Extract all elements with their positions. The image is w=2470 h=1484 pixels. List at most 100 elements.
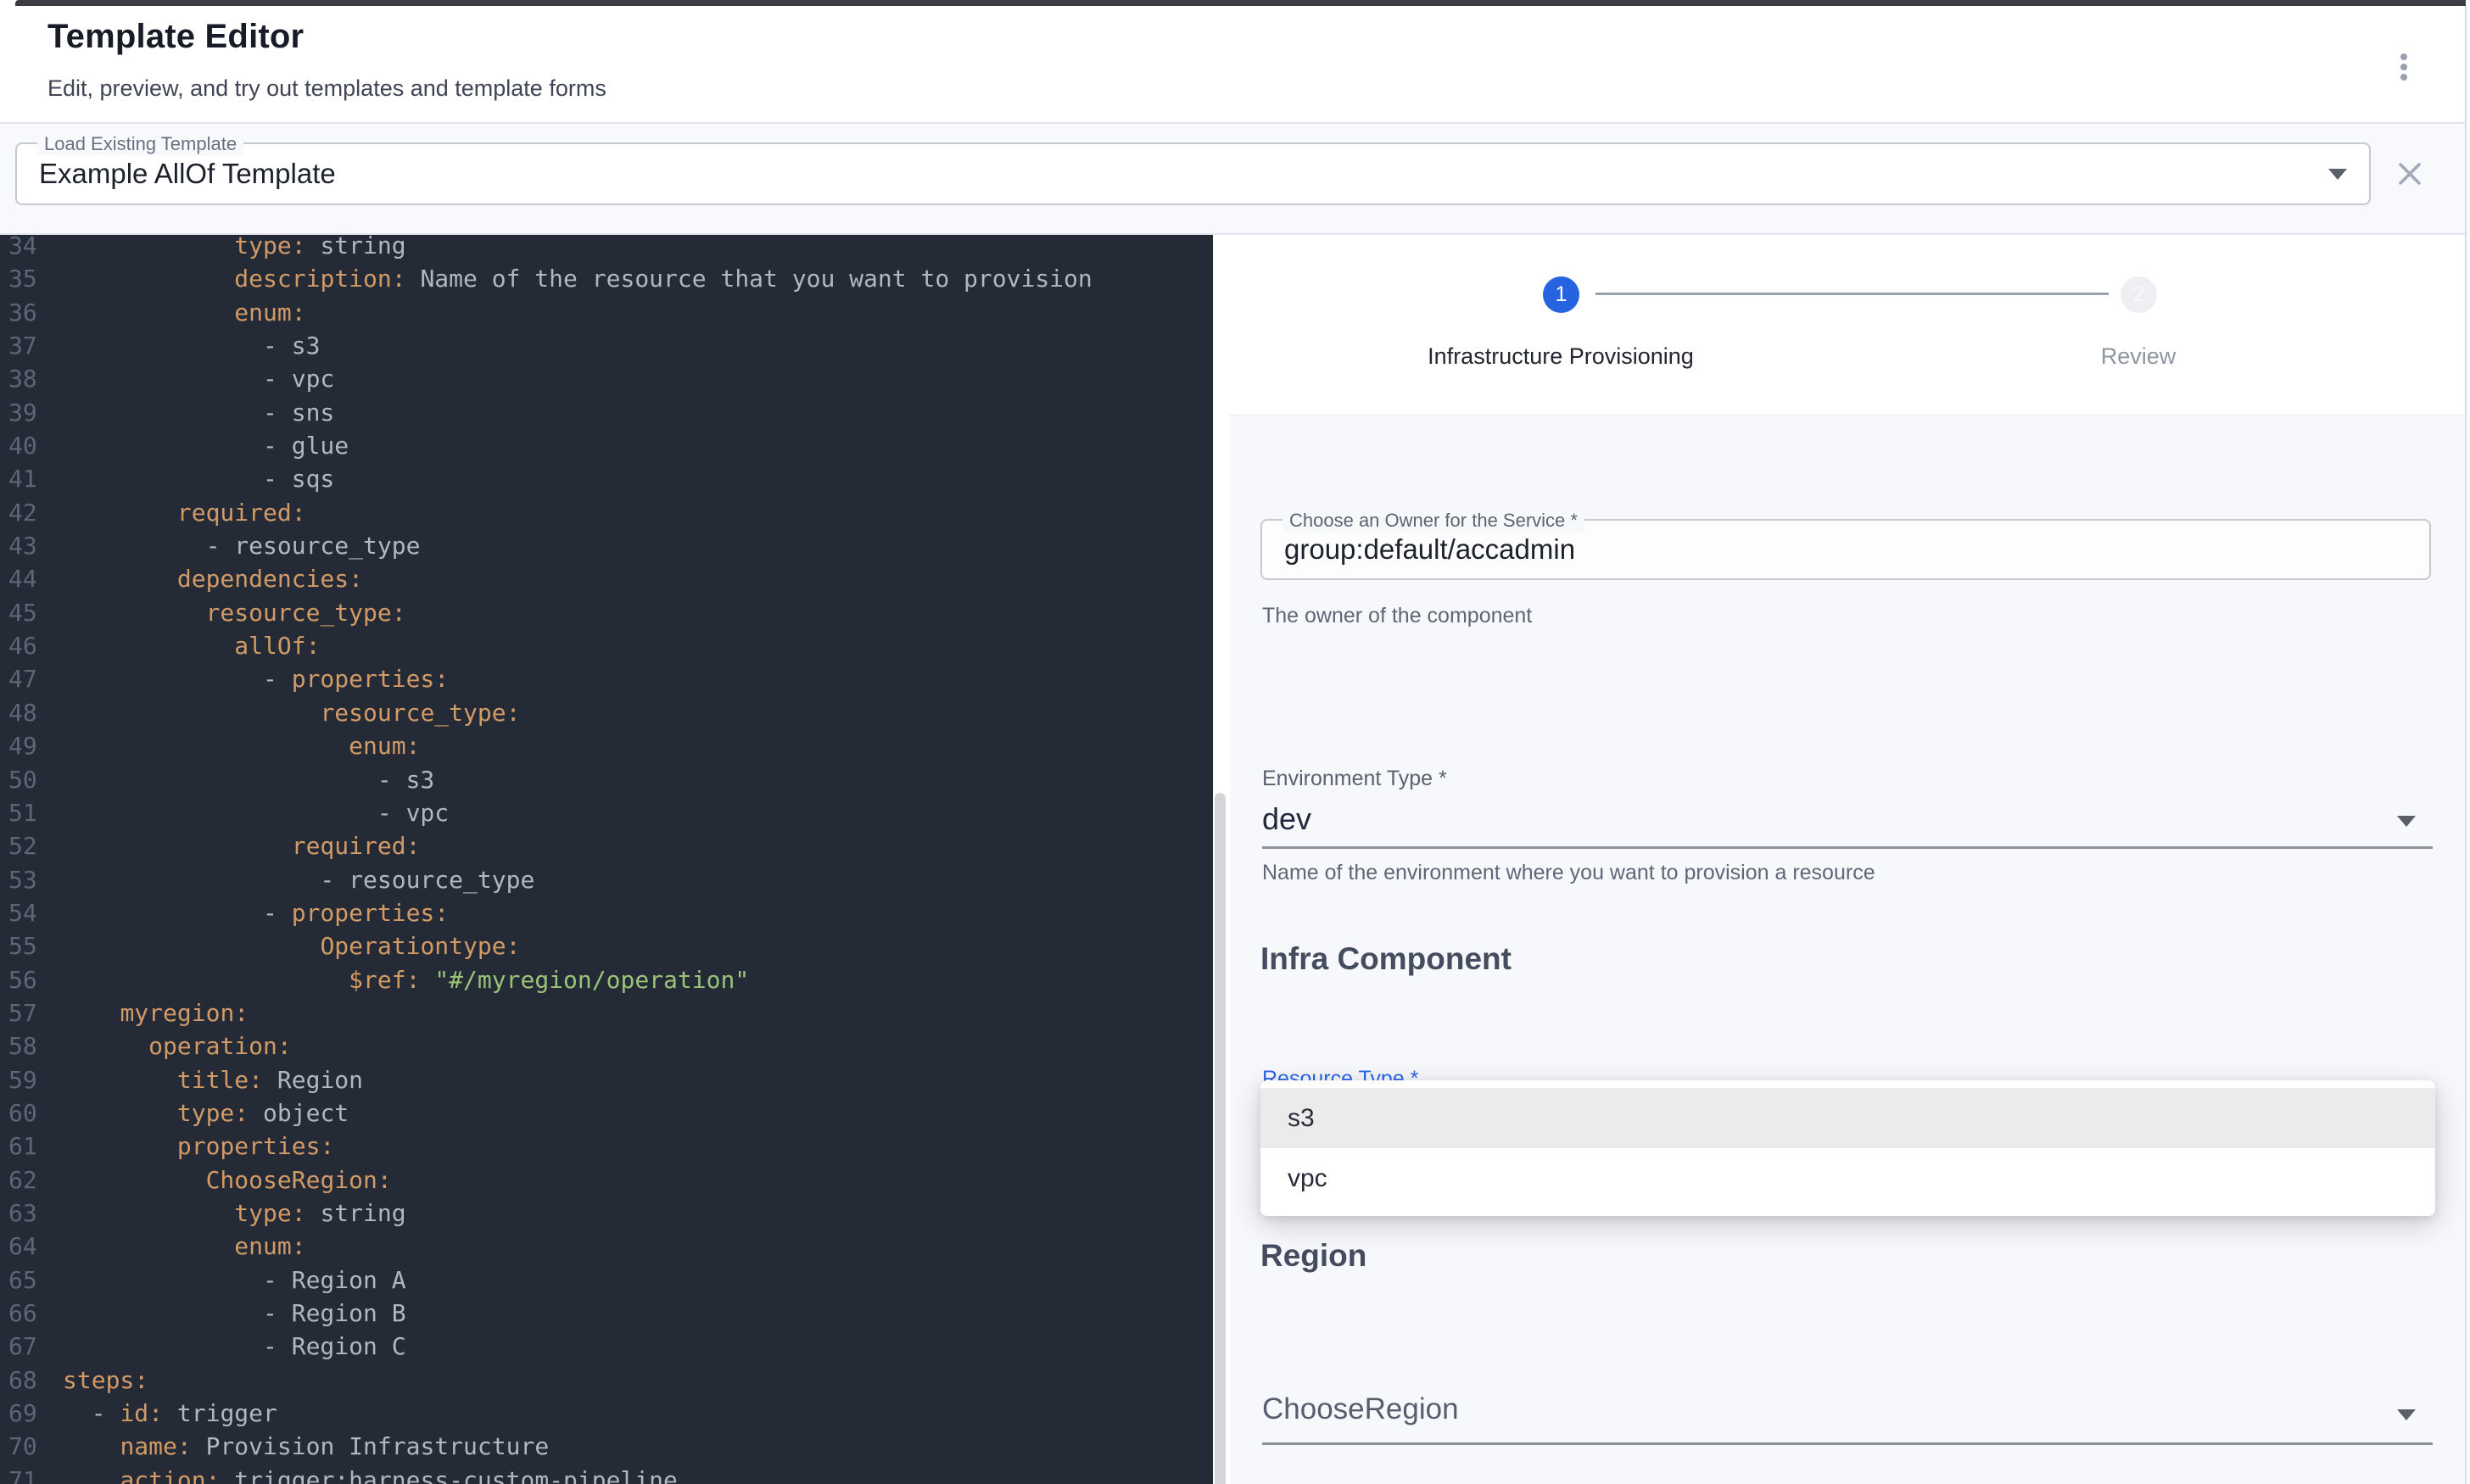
line-number: 51 xyxy=(0,796,63,829)
more-options-kebab-icon[interactable] xyxy=(2387,47,2421,87)
resource-type-dropdown-menu: s3vpc xyxy=(1260,1080,2435,1216)
step-connector xyxy=(1595,293,2109,295)
line-number: 50 xyxy=(0,763,63,796)
environment-helper-text: Name of the environment where you want t… xyxy=(1262,861,1875,885)
code-line: 62 ChooseRegion: xyxy=(0,1163,1213,1197)
code-line: 60 type: object xyxy=(0,1096,1213,1130)
code-line: 44 dependencies: xyxy=(0,562,1213,595)
line-number: 64 xyxy=(0,1230,63,1263)
code-line: 61 properties: xyxy=(0,1130,1213,1163)
code-line: 69 - id: trigger xyxy=(0,1397,1213,1430)
line-number: 40 xyxy=(0,429,63,462)
editor-scrollbar-thumb[interactable] xyxy=(1215,793,1226,1484)
load-template-value: Example AllOf Template xyxy=(39,144,336,204)
line-number: 62 xyxy=(0,1163,63,1197)
code-line: 65 - Region A xyxy=(0,1264,1213,1297)
line-number: 47 xyxy=(0,662,63,695)
form-preview-panel: 1 2 Infrastructure Provisioning Review C… xyxy=(1230,235,2465,1484)
code-line: 48 resource_type: xyxy=(0,696,1213,729)
line-number: 37 xyxy=(0,329,63,362)
line-number: 34 xyxy=(0,235,63,262)
yaml-code-editor[interactable]: 34 type: string35 description: Name of t… xyxy=(0,235,1213,1484)
code-line: 35 description: Name of the resource tha… xyxy=(0,262,1213,295)
choose-region-underline xyxy=(1262,1442,2433,1445)
code-line: 41 - sqs xyxy=(0,462,1213,495)
code-line: 52 required: xyxy=(0,829,1213,862)
line-number: 55 xyxy=(0,929,63,962)
line-number: 63 xyxy=(0,1197,63,1230)
code-line: 63 type: string xyxy=(0,1197,1213,1230)
line-number: 35 xyxy=(0,262,63,295)
line-number: 59 xyxy=(0,1063,63,1096)
code-line: 50 - s3 xyxy=(0,763,1213,796)
code-line: 59 title: Region xyxy=(0,1063,1213,1096)
line-number: 70 xyxy=(0,1430,63,1463)
line-number: 61 xyxy=(0,1130,63,1163)
infra-component-heading: Infra Component xyxy=(1260,941,1512,977)
line-number: 65 xyxy=(0,1264,63,1297)
code-line: 40 - glue xyxy=(0,429,1213,462)
line-number: 41 xyxy=(0,462,63,495)
code-line: 54 - properties: xyxy=(0,896,1213,929)
code-line: 58 operation: xyxy=(0,1029,1213,1063)
code-line: 68steps: xyxy=(0,1364,1213,1397)
code-line: 51 - vpc xyxy=(0,796,1213,829)
code-line: 56 $ref: "#/myregion/operation" xyxy=(0,963,1213,996)
code-line: 38 - vpc xyxy=(0,362,1213,395)
line-number: 57 xyxy=(0,996,63,1029)
code-line: 71 action: trigger:harness-custom-pipeli… xyxy=(0,1464,1213,1484)
line-number: 38 xyxy=(0,362,63,395)
code-line: 37 - s3 xyxy=(0,329,1213,362)
line-number: 44 xyxy=(0,562,63,595)
code-line: 43 - resource_type xyxy=(0,529,1213,562)
template-editor-page: Template Editor Edit, preview, and try o… xyxy=(0,0,2470,1484)
code-line: 36 enum: xyxy=(0,296,1213,329)
line-number: 71 xyxy=(0,1464,63,1484)
line-number: 58 xyxy=(0,1029,63,1063)
owner-select[interactable]: Choose an Owner for the Service * group:… xyxy=(1260,519,2431,580)
code-line: 57 myregion: xyxy=(0,996,1213,1029)
line-number: 43 xyxy=(0,529,63,562)
line-number: 49 xyxy=(0,729,63,762)
code-line: 39 - sns xyxy=(0,396,1213,429)
line-number: 56 xyxy=(0,963,63,996)
chevron-down-icon xyxy=(2328,169,2347,180)
dropdown-option-s3[interactable]: s3 xyxy=(1260,1088,2435,1148)
code-line: 46 allOf: xyxy=(0,629,1213,662)
code-line: 64 enum: xyxy=(0,1230,1213,1263)
line-number: 66 xyxy=(0,1297,63,1330)
code-lines: 34 type: string35 description: Name of t… xyxy=(0,235,1213,1484)
line-number: 54 xyxy=(0,896,63,929)
line-number: 60 xyxy=(0,1096,63,1130)
step-2-indicator[interactable]: 2 xyxy=(2121,276,2157,313)
line-number: 53 xyxy=(0,863,63,896)
line-number: 46 xyxy=(0,629,63,662)
line-number: 42 xyxy=(0,496,63,529)
load-template-select[interactable]: Load Existing Template Example AllOf Tem… xyxy=(15,142,2371,205)
code-line: 34 type: string xyxy=(0,235,1213,262)
choose-region-select[interactable]: ChooseRegion xyxy=(1262,1392,1459,1426)
code-line: 49 enum: xyxy=(0,729,1213,762)
step-1-label: Infrastructure Provisioning xyxy=(1306,343,1815,370)
region-heading: Region xyxy=(1260,1238,1366,1274)
code-line: 55 Operationtype: xyxy=(0,929,1213,962)
step-1-indicator[interactable]: 1 xyxy=(1543,276,1579,313)
code-line: 42 required: xyxy=(0,496,1213,529)
line-number: 69 xyxy=(0,1397,63,1430)
chevron-down-icon xyxy=(2397,816,2416,827)
line-number: 48 xyxy=(0,696,63,729)
code-line: 67 - Region C xyxy=(0,1330,1213,1363)
line-number: 39 xyxy=(0,396,63,429)
page-title: Template Editor xyxy=(48,18,304,56)
stepper: 1 2 Infrastructure Provisioning Review xyxy=(1230,235,2465,416)
environment-label: Environment Type * xyxy=(1262,767,1447,791)
code-line: 47 - properties: xyxy=(0,662,1213,695)
line-number: 68 xyxy=(0,1364,63,1397)
code-line: 53 - resource_type xyxy=(0,863,1213,896)
header: Template Editor Edit, preview, and try o… xyxy=(0,6,2465,124)
load-template-section: Load Existing Template Example AllOf Tem… xyxy=(0,124,2465,235)
clear-template-icon[interactable] xyxy=(2397,161,2422,187)
environment-value[interactable]: dev xyxy=(1262,801,1311,837)
step-2-label: Review xyxy=(2011,343,2266,370)
dropdown-option-vpc[interactable]: vpc xyxy=(1260,1148,2435,1208)
